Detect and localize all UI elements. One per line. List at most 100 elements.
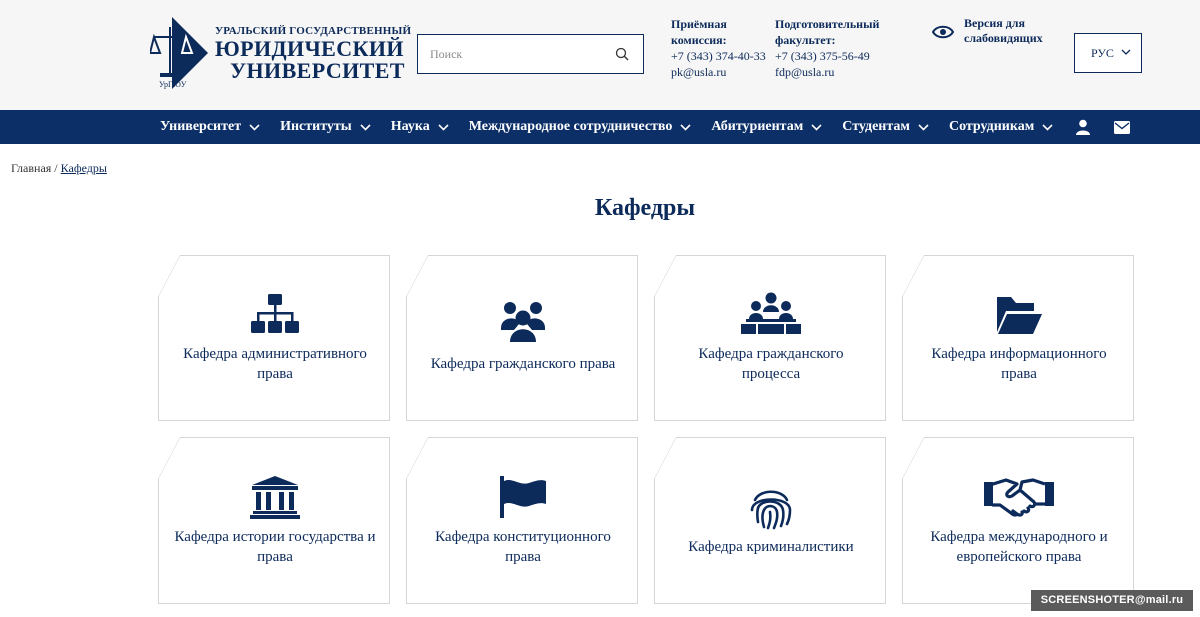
department-card-label-line2: права	[257, 549, 293, 565]
department-card-label: Кафедра международного и европейского пр…	[907, 527, 1131, 567]
department-card-label: Кафедра гражданского права	[411, 354, 635, 374]
users-group-icon	[501, 302, 545, 342]
department-card-international-and-european-law[interactable]: Кафедра международного и европейского пр…	[902, 437, 1134, 604]
prep-faculty-title-1: Подготовительный	[775, 17, 880, 31]
department-card-label-line1: Кафедра гражданского	[698, 346, 844, 362]
department-card-constitutional-law[interactable]: Кафедра конституционного права	[406, 437, 638, 604]
nav-item-staff[interactable]: Сотрудникам	[949, 119, 1053, 135]
logo-line-3: УНИВЕРСИТЕТ	[230, 58, 405, 83]
low-vision-version-link[interactable]: Версия для слабовидящих	[932, 16, 1062, 50]
department-card-label-line2: права	[505, 549, 541, 565]
eye-icon	[932, 25, 954, 39]
department-card-history-of-state-and-law[interactable]: Кафедра истории государства и права	[158, 437, 390, 604]
department-card-label-line2: европейского права	[956, 549, 1082, 565]
breadcrumb-current-link[interactable]: Кафедры	[61, 161, 107, 175]
department-card-label-line2: права	[1001, 366, 1037, 382]
nav-item-label: Сотрудникам	[948, 119, 1035, 134]
envelope-icon[interactable]	[1114, 121, 1130, 134]
nav-item-label: Университет	[160, 119, 242, 134]
nav-item-label: Наука	[390, 119, 430, 134]
department-card-label: Кафедра гражданского процесса	[659, 344, 883, 384]
nav-item-students[interactable]: Студентам	[842, 119, 929, 135]
handshake-icon	[984, 478, 1054, 517]
chevron-down-icon	[249, 124, 260, 131]
breadcrumb-home-link[interactable]: Главная	[11, 161, 51, 175]
breadcrumb-separator: /	[51, 161, 61, 175]
department-card-label-line2: права	[257, 366, 293, 382]
screenshot-watermark: SCREENSHOTER@mail.ru	[1031, 590, 1193, 611]
admission-phone[interactable]: +7 (343) 374-40-33	[671, 48, 771, 64]
department-card-information-law[interactable]: Кафедра информационного права	[902, 255, 1134, 421]
language-selected: РУС	[1091, 46, 1114, 60]
chevron-down-icon	[680, 124, 691, 131]
prep-faculty-phone[interactable]: +7 (343) 375-56-49	[775, 48, 895, 64]
nav-item-label: Студентам	[842, 119, 910, 134]
chevron-down-icon	[438, 124, 449, 131]
card-corner-decoration	[158, 437, 180, 479]
low-vision-label-line2: слабовидящих	[964, 31, 1043, 45]
chevron-down-icon	[1042, 124, 1053, 131]
admission-title-2: комиссия:	[671, 33, 727, 47]
search-box	[417, 34, 644, 74]
chevron-down-icon	[918, 124, 929, 131]
card-corner-decoration	[902, 437, 924, 479]
chevron-down-icon	[811, 124, 822, 131]
site-header: УрГЮУ УРАЛЬСКИЙ ГОСУДАРСТВЕННЫЙ ЮРИДИЧЕС…	[0, 0, 1200, 110]
nav-item-university[interactable]: Университет	[160, 119, 260, 135]
admission-email[interactable]: pk@usla.ru	[671, 64, 771, 80]
chevron-down-icon	[360, 124, 371, 131]
card-corner-decoration	[158, 255, 180, 297]
fingerprint-icon	[750, 490, 792, 530]
low-vision-label-line1: Версия для	[964, 16, 1026, 30]
nav-item-science[interactable]: Наука	[391, 119, 449, 135]
card-corner-decoration	[902, 255, 924, 297]
card-corner-decoration	[406, 255, 428, 297]
nav-item-label: Международное сотрудничество	[468, 119, 673, 134]
nav-item-label: Институты	[280, 119, 352, 134]
nav-item-applicants[interactable]: Абитуриентам	[711, 119, 822, 135]
prep-faculty-email[interactable]: fdp@usla.ru	[775, 64, 895, 80]
department-card-civil-law[interactable]: Кафедра гражданского права	[406, 255, 638, 421]
nav-item-institutes[interactable]: Институты	[280, 119, 371, 135]
main-navigation: Университет Институты Наука Международно…	[0, 110, 1200, 144]
org-chart-icon	[251, 294, 299, 333]
low-vision-label: Версия для слабовидящих	[964, 16, 1064, 46]
department-card-label-line1: Кафедра международного и	[930, 529, 1108, 545]
department-card-label-line1: Кафедра информационного	[931, 346, 1107, 362]
admission-contacts: Приёмная комиссия: +7 (343) 374-40-33 pk…	[671, 16, 771, 80]
department-card-label-line1: Кафедра гражданского права	[430, 356, 616, 372]
court-hearing-icon	[741, 292, 801, 334]
folder-open-icon	[997, 297, 1042, 334]
logo-emblem-text: УрГЮУ	[159, 80, 187, 89]
department-card-administrative-law[interactable]: Кафедра административного права	[158, 255, 390, 421]
chevron-down-icon	[1121, 49, 1131, 55]
card-corner-decoration	[654, 437, 676, 479]
card-corner-decoration	[654, 255, 676, 297]
language-select[interactable]: РУС	[1074, 33, 1142, 73]
admission-title-1: Приёмная	[671, 17, 727, 31]
department-card-label: Кафедра конституционного права	[411, 527, 635, 567]
user-icon[interactable]	[1075, 119, 1091, 135]
department-card-label-line1: Кафедра административного	[183, 346, 367, 362]
university-logo[interactable]: УрГЮУ УРАЛЬСКИЙ ГОСУДАРСТВЕННЫЙ ЮРИДИЧЕС…	[150, 17, 411, 89]
department-card-civil-procedure[interactable]: Кафедра гражданского процесса	[654, 255, 886, 421]
search-icon[interactable]	[615, 47, 629, 61]
logo-line-2: ЮРИДИЧЕСКИЙ	[215, 36, 404, 61]
department-card-label-line1: Кафедра истории государства и	[174, 529, 376, 545]
departments-grid: Кафедра административного права Кафедра …	[158, 255, 1134, 605]
department-card-criminalistics[interactable]: Кафедра криминалистики	[654, 437, 886, 604]
nav-item-international[interactable]: Международное сотрудничество	[469, 119, 692, 135]
search-input[interactable]	[430, 45, 600, 63]
flag-icon	[500, 476, 546, 518]
department-card-label: Кафедра административного права	[163, 344, 387, 384]
scales-emblem-icon: УрГЮУ	[150, 17, 208, 89]
prep-faculty-title-2: факультет:	[775, 33, 836, 47]
department-card-label: Кафедра истории государства и права	[163, 527, 387, 567]
department-card-label: Кафедра криминалистики	[659, 537, 883, 557]
breadcrumb: Главная / Кафедры	[11, 161, 107, 176]
card-corner-decoration	[406, 437, 428, 479]
department-card-label-line2: процесса	[741, 366, 801, 382]
department-card-label-line1: Кафедра криминалистики	[688, 539, 854, 555]
department-card-label: Кафедра информационного права	[907, 344, 1131, 384]
page-title: Кафедры	[594, 195, 696, 221]
